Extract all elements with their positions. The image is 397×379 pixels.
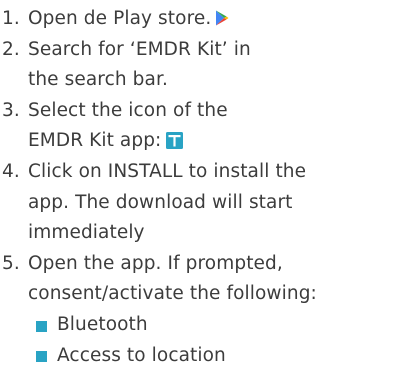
permission-label: Access to location (57, 344, 226, 366)
step-body: Click on INSTALL to install the app. The… (28, 157, 397, 249)
step-line: Select the icon of the (28, 99, 228, 121)
step-body: Select the icon of the EMDR Kit app: (28, 96, 397, 157)
step-body: Open de Play store. (28, 4, 397, 35)
step-number: 4. (2, 160, 20, 182)
step-line: consent/activate the following: (28, 283, 317, 305)
step-line: the search bar. (28, 69, 168, 91)
step-number: 2. (2, 38, 20, 60)
step-1: 1. Open de Play store. (2, 4, 397, 35)
step-line: immediately (28, 222, 145, 244)
permission-label: Bluetooth (57, 313, 148, 335)
step-line: app. The download will start (28, 191, 293, 213)
list-item: Access to location (36, 341, 397, 372)
step-3: 3. Select the icon of the EMDR Kit app: (2, 96, 397, 157)
step-number: 1. (2, 8, 20, 29)
play-store-icon (216, 10, 229, 26)
step-2: 2. Search for ‘EMDR Kit’ in the search b… (2, 35, 397, 96)
installation-steps: 1. Open de Play store. 2. Search for ‘EM… (2, 4, 397, 371)
square-bullet-icon (36, 320, 47, 332)
square-bullet-icon (36, 351, 47, 363)
step-number: 5. (2, 252, 20, 274)
step-line: Click on INSTALL to install the (28, 160, 307, 182)
step-number: 3. (2, 99, 20, 121)
step-4: 4. Click on INSTALL to install the app. … (2, 157, 397, 249)
step-line: Search for ‘EMDR Kit’ in (28, 38, 251, 60)
list-item: Bluetooth (36, 310, 397, 341)
step-line: Open de Play store. (28, 4, 397, 35)
emdr-kit-app-icon (166, 132, 184, 150)
step-5: 5. Open the app. If prompted, consent/ac… (2, 249, 397, 371)
step-body: Search for ‘EMDR Kit’ in the search bar. (28, 35, 397, 96)
step-body: Open the app. If prompted, consent/activ… (28, 249, 397, 371)
step-line: EMDR Kit app: (28, 126, 397, 157)
step-line: Open the app. If prompted, (28, 252, 283, 274)
permission-list: Bluetooth Access to location (28, 310, 397, 371)
